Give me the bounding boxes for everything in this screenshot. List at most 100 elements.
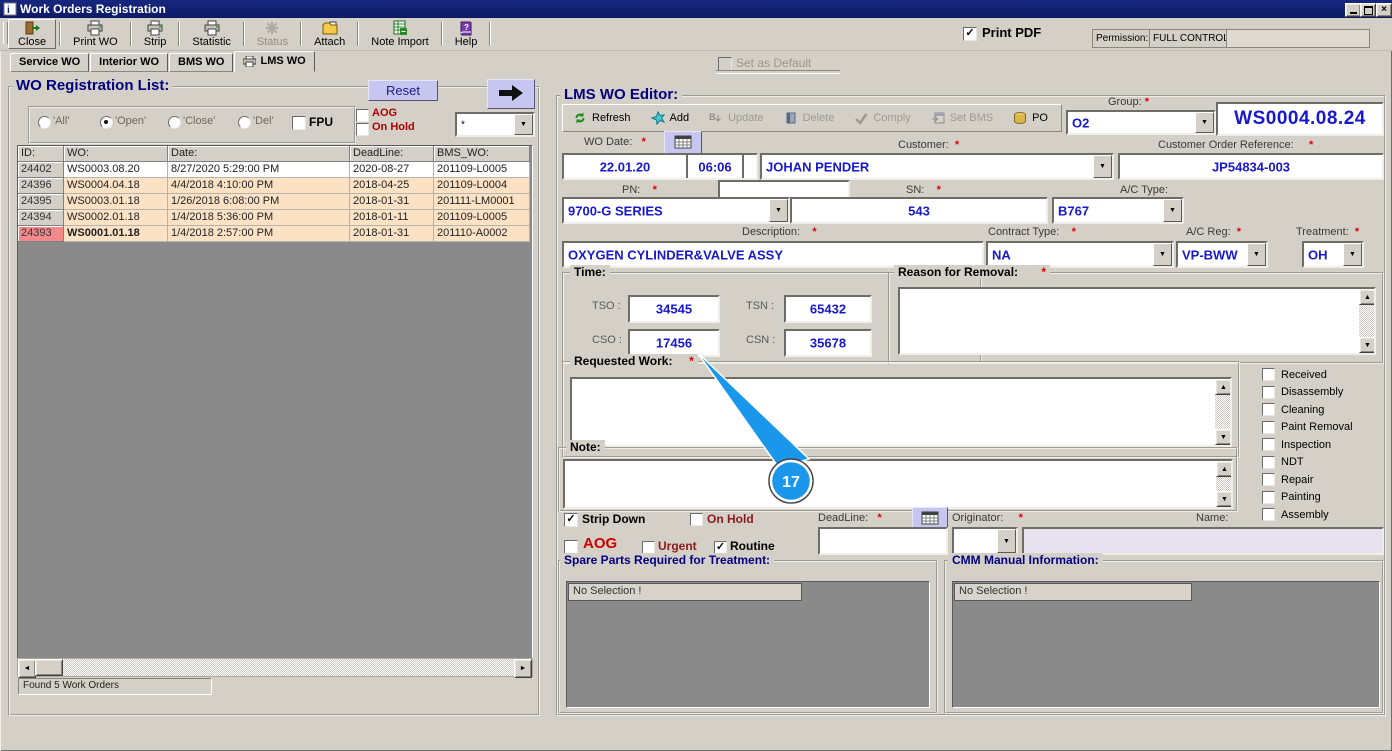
toolbar-button-help[interactable]: ? Help [446,19,487,49]
process-checkbox[interactable] [1262,368,1275,382]
cmm-list[interactable]: No Selection ! [952,581,1380,708]
reason-vscrollbar[interactable]: ▲ ▼ [1359,289,1374,353]
scroll-right-icon[interactable]: ► [514,659,532,678]
process-check-ndt[interactable]: NDT [1262,454,1353,472]
description-field[interactable]: OXYGEN CYLINDER&VALVE ASSY [562,241,984,268]
editor-toolbar-refresh[interactable]: Refresh [567,109,637,127]
wo-date-calendar-button[interactable] [664,131,702,155]
scroll-up-icon[interactable]: ▲ [1359,289,1374,305]
scroll-up-icon[interactable]: ▲ [1216,461,1231,477]
reason-textarea[interactable]: ▲ ▼ [898,287,1376,355]
process-check-disassembly[interactable]: Disassembly [1262,384,1353,402]
wo-time-field[interactable]: 06:06 [688,155,744,178]
wo-date-field[interactable]: 22.01.20 [564,155,688,178]
spare-parts-list-header[interactable]: No Selection ! [568,583,802,601]
dropdown-arrow-icon[interactable]: ▼ [1093,155,1112,178]
treatment-combobox[interactable]: OH ▼ [1302,241,1364,268]
reset-button[interactable]: Reset [368,80,438,101]
tab-service-wo[interactable]: Service WO [10,53,90,72]
on-hold-checkbox[interactable] [690,513,703,526]
dropdown-arrow-icon[interactable]: ▼ [1195,112,1214,133]
pn-combobox[interactable]: 9700-G SERIES ▼ [562,197,790,224]
tso-field[interactable]: 34545 [628,295,720,323]
editor-toolbar-po[interactable]: PO [1007,109,1054,127]
contract-type-combobox[interactable]: NA ▼ [986,241,1174,268]
process-checkbox[interactable] [1262,403,1275,417]
table-row[interactable]: 24396 WS0004.04.18 4/4/2018 4:10:00 PM 2018… [18,178,532,194]
column-header-id[interactable]: ID: [18,146,64,162]
dropdown-arrow-icon[interactable]: ▼ [1163,199,1182,222]
process-check-cleaning[interactable]: Cleaning [1262,401,1353,419]
process-check-inspection[interactable]: Inspection [1262,436,1353,454]
filter-radio-open[interactable] [100,116,113,129]
column-header-deadline[interactable]: DeadLine: [350,146,434,162]
dropdown-arrow-icon[interactable]: ▼ [1247,243,1266,266]
scroll-down-icon[interactable]: ▼ [1216,491,1231,507]
aog-checkbox[interactable] [564,540,578,554]
name-field[interactable] [1022,527,1384,555]
table-row[interactable]: 24402 WS0003.08.20 8/27/2020 5:29:00 PM 202… [18,162,532,178]
column-header-wo[interactable]: WO: [64,146,168,162]
print-pdf-checkbox[interactable]: ✓ [963,27,977,41]
scroll-down-icon[interactable]: ▼ [1359,337,1374,353]
dropdown-arrow-icon[interactable]: ▼ [997,529,1016,553]
on-hold-filter-checkbox[interactable] [356,123,369,136]
strip-down-checkbox[interactable]: ✓ [564,513,578,527]
filter-radio-all[interactable] [38,116,51,129]
process-check-repair[interactable]: Repair [1262,471,1353,489]
customer-order-ref-field[interactable]: JP54834-003 [1118,153,1384,180]
toolbar-button-statistic[interactable]: Statistic [183,19,240,49]
hscroll-thumb[interactable] [35,659,63,676]
note-vscrollbar[interactable]: ▲ ▼ [1216,461,1231,507]
restore-button[interactable] [1360,3,1376,17]
table-row[interactable]: 24393 WS0001.01.18 1/4/2018 2:57:00 PM 2018… [18,226,532,242]
minimize-button[interactable] [1345,3,1361,17]
toolbar-button-attach[interactable]: Attach [305,19,354,49]
tab-bms-wo[interactable]: BMS WO [169,53,234,72]
process-check-painting[interactable]: Painting [1262,489,1353,507]
note-textarea[interactable]: ▲ ▼ [563,459,1233,509]
cso-field[interactable]: 17456 [628,329,720,357]
column-header-date[interactable]: Date: [168,146,350,162]
process-checkbox[interactable] [1262,508,1275,522]
toolbar-button-close[interactable]: Close [8,19,57,49]
toolbar-button-strip[interactable]: Strip [135,19,176,49]
next-arrow-button[interactable] [487,79,535,109]
toolbar-button-print-wo[interactable]: Print WO [64,19,127,49]
requested-work-vscrollbar[interactable]: ▲ ▼ [1215,379,1230,445]
wo-table-hscrollbar[interactable]: ◄ ► [17,658,533,678]
ac-reg-combobox[interactable]: VP-BWW ▼ [1176,241,1268,268]
editor-toolbar-add[interactable]: Add [645,109,696,127]
scroll-down-icon[interactable]: ▼ [1215,429,1230,445]
column-header-bms-wo[interactable]: BMS_WO: [434,146,530,162]
spare-parts-list[interactable]: No Selection ! [566,581,930,708]
dropdown-arrow-icon[interactable]: ▼ [514,114,533,135]
process-checkbox[interactable] [1262,420,1275,434]
aog-filter-checkbox[interactable] [356,109,369,122]
process-checkbox[interactable] [1262,490,1275,504]
wo-search-combobox[interactable]: * ▼ [455,112,535,137]
group-combobox[interactable]: O2 ▼ [1066,110,1216,135]
process-checkbox[interactable] [1262,473,1275,487]
fpu-checkbox[interactable] [292,116,306,130]
process-checkbox[interactable] [1262,455,1275,469]
customer-combobox[interactable]: JOHAN PENDER ▼ [760,153,1114,180]
filter-radio-del[interactable] [238,116,251,129]
dropdown-arrow-icon[interactable]: ▼ [1343,243,1362,266]
deadline-field[interactable] [818,527,948,555]
close-window-button[interactable]: × [1376,3,1392,17]
ac-type-combobox[interactable]: B767 ▼ [1052,197,1184,224]
table-row[interactable]: 24395 WS0003.01.18 1/26/2018 6:08:00 PM 201… [18,194,532,210]
requested-work-textarea[interactable]: ▲ ▼ [570,377,1232,447]
wo-number-field[interactable]: WS0004.08.24 [1216,102,1384,136]
cmm-list-header[interactable]: No Selection ! [954,583,1192,601]
tsn-field[interactable]: 65432 [784,295,872,323]
process-check-assembly[interactable]: Assembly [1262,506,1353,524]
sn-field[interactable]: 543 [790,197,1048,224]
process-check-received[interactable]: Received [1262,366,1353,384]
dropdown-arrow-icon[interactable]: ▼ [769,199,788,222]
dropdown-arrow-icon[interactable]: ▼ [1153,243,1172,266]
process-check-paint-removal[interactable]: Paint Removal [1262,419,1353,437]
scroll-up-icon[interactable]: ▲ [1215,379,1230,395]
process-checkbox[interactable] [1262,385,1275,399]
